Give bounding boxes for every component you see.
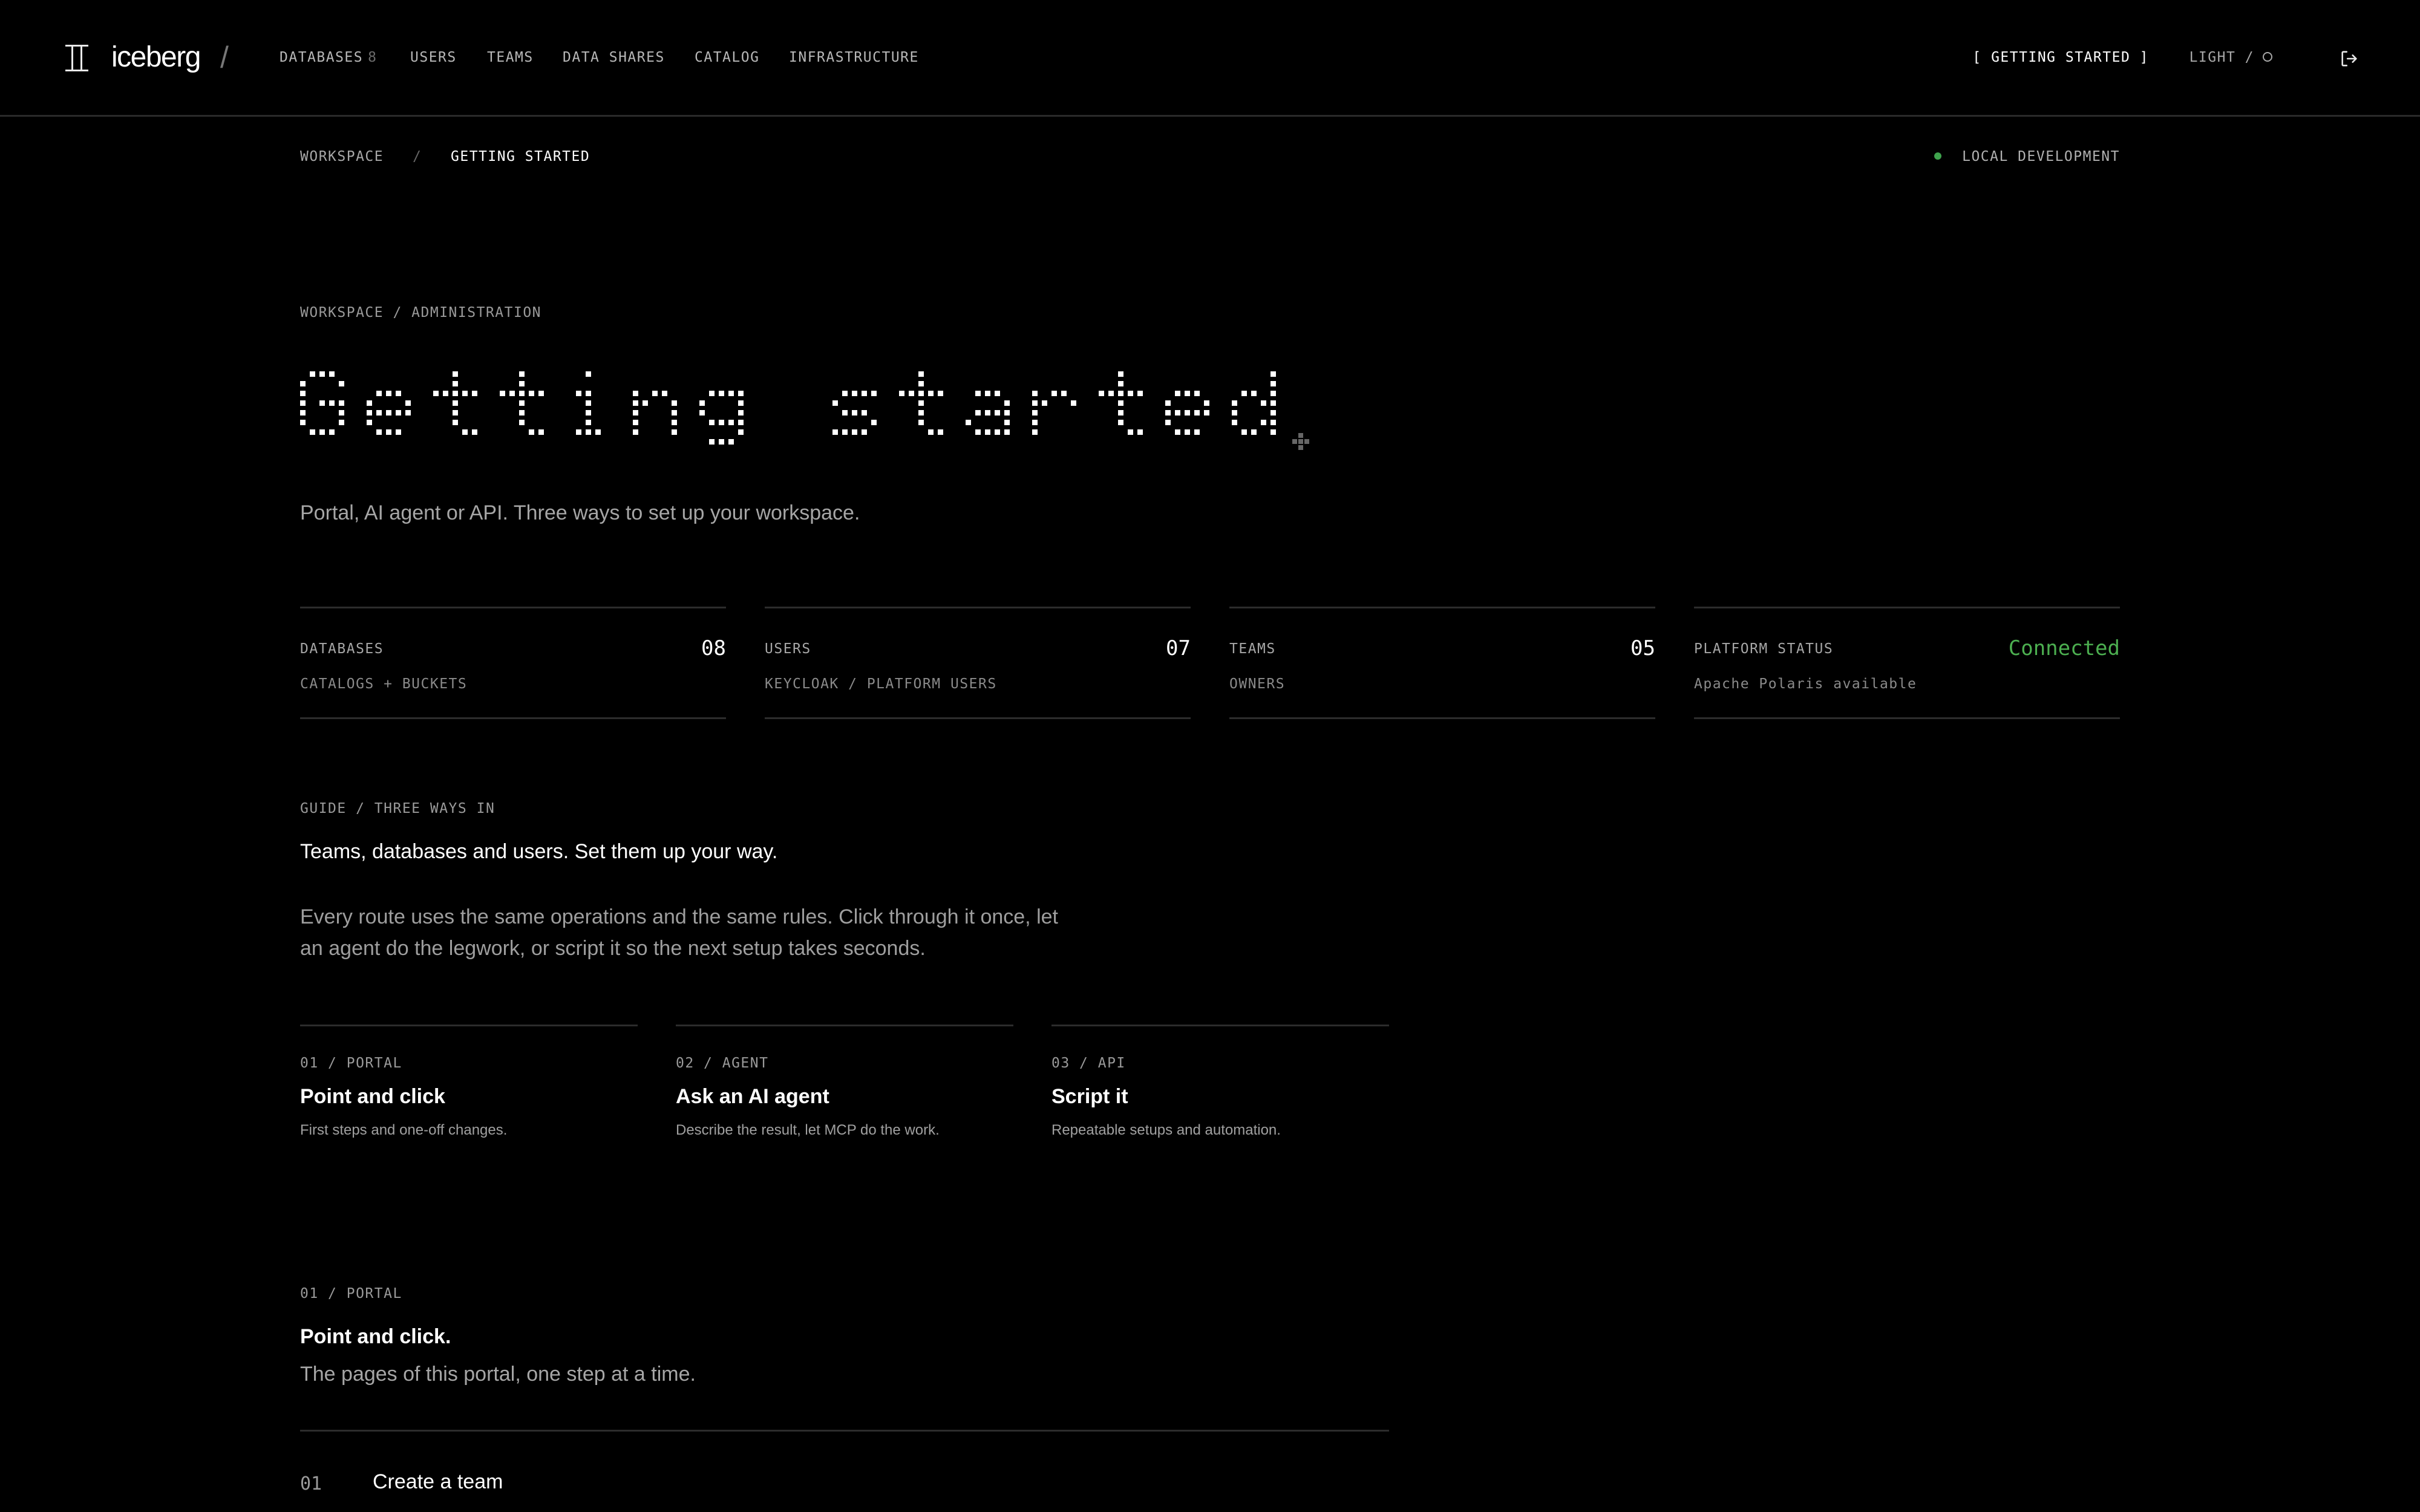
environment-label: LOCAL DEVELOPMENT bbox=[1962, 149, 2120, 165]
stat-value: 05 bbox=[1630, 636, 1655, 660]
title-glyph bbox=[832, 391, 877, 435]
section-divider bbox=[300, 1430, 1389, 1432]
nav-teams[interactable]: TEAMS bbox=[487, 48, 534, 67]
title-glyph bbox=[576, 371, 601, 435]
stat-sub: OWNERS bbox=[1229, 676, 1286, 692]
title-glyph bbox=[633, 391, 677, 435]
step-title: Create a team bbox=[373, 1470, 503, 1493]
theme-label: LIGHT / bbox=[2189, 50, 2254, 65]
status-value: Connected bbox=[2008, 636, 2120, 660]
title-glyph bbox=[1032, 391, 1076, 435]
stat-label: DATABASES bbox=[300, 641, 384, 657]
route-card-api[interactable]: 03 / API Script it Repeatable setups and… bbox=[1051, 1025, 1389, 1159]
hero-eyebrow: WORKSPACE / ADMINISTRATION bbox=[300, 305, 542, 321]
hero-subtitle: Portal, AI agent or API. Three ways to s… bbox=[300, 501, 860, 524]
stat-sub: CATALOGS + BUCKETS bbox=[300, 676, 468, 692]
title-glyph bbox=[367, 391, 411, 435]
stat-value: 07 bbox=[1166, 636, 1191, 660]
step-number: 01 bbox=[300, 1473, 322, 1494]
stat-databases: DATABASES 08 CATALOGS + BUCKETS bbox=[300, 607, 726, 719]
step-create-team[interactable]: 01 Create a team bbox=[300, 1464, 1389, 1500]
stat-platform-status: PLATFORM STATUS Connected Apache Polaris… bbox=[1694, 607, 2120, 719]
stat-label: USERS bbox=[765, 641, 811, 657]
page-title bbox=[300, 371, 1309, 450]
brand-name[interactable]: iceberg bbox=[111, 37, 201, 77]
nav-databases[interactable]: DATABASES 8 bbox=[280, 48, 377, 67]
stat-teams: TEAMS 05 OWNERS bbox=[1229, 607, 1655, 719]
nav-count-badge: 8 bbox=[368, 50, 378, 65]
stat-sub: Apache Polaris available bbox=[1694, 676, 1917, 692]
title-glyph bbox=[1232, 371, 1276, 435]
portal-section-title: Point and click. bbox=[300, 1325, 451, 1348]
guide-eyebrow: GUIDE / THREE WAYS IN bbox=[300, 801, 495, 816]
breadcrumb-workspace[interactable]: WORKSPACE bbox=[300, 148, 384, 166]
top-bar: iceberg / DATABASES 8 USERS TEAMS DATA SH… bbox=[0, 0, 2420, 117]
stat-value: 08 bbox=[701, 636, 726, 660]
stat-label: PLATFORM STATUS bbox=[1694, 641, 1834, 657]
nav-infrastructure[interactable]: INFRASTRUCTURE bbox=[789, 48, 919, 67]
logout-icon[interactable] bbox=[2339, 48, 2360, 69]
stat-sub: KEYCLOAK / PLATFORM USERS bbox=[765, 676, 997, 692]
nav-data-shares[interactable]: DATA SHARES bbox=[563, 48, 665, 67]
getting-started-link[interactable]: [ GETTING STARTED ] bbox=[1972, 48, 2149, 67]
stat-label: TEAMS bbox=[1229, 641, 1276, 657]
iceberg-logo-icon[interactable] bbox=[63, 44, 91, 73]
title-glyph bbox=[699, 391, 744, 445]
route-description: First steps and one-off changes. bbox=[300, 1122, 508, 1138]
portal-eyebrow: 01 / PORTAL bbox=[300, 1286, 402, 1302]
title-glyph bbox=[1165, 391, 1209, 435]
brand-separator: / bbox=[220, 41, 229, 74]
theme-toggle[interactable]: LIGHT / bbox=[2189, 48, 2272, 67]
title-cursor-icon bbox=[1292, 433, 1309, 450]
stat-users: USERS 07 KEYCLOAK / PLATFORM USERS bbox=[765, 607, 1191, 719]
title-glyph bbox=[1099, 371, 1143, 435]
route-eyebrow: 02 / AGENT bbox=[676, 1055, 769, 1071]
route-title: Ask an AI agent bbox=[676, 1085, 829, 1108]
portal-section-subtitle: The pages of this portal, one step at a … bbox=[300, 1363, 696, 1386]
title-glyph bbox=[433, 371, 477, 435]
route-title: Point and click bbox=[300, 1085, 445, 1108]
guide-heading: Teams, databases and users. Set them up … bbox=[300, 840, 778, 863]
nav-catalog[interactable]: CATALOG bbox=[695, 48, 759, 67]
title-glyph bbox=[966, 391, 1010, 435]
title-glyph bbox=[899, 371, 943, 435]
route-eyebrow: 01 / PORTAL bbox=[300, 1055, 402, 1071]
title-glyph bbox=[500, 371, 544, 435]
environment-status-dot bbox=[1934, 152, 1941, 160]
route-description: Repeatable setups and automation. bbox=[1051, 1122, 1281, 1138]
route-description: Describe the result, let MCP do the work… bbox=[676, 1122, 940, 1138]
route-card-agent[interactable]: 02 / AGENT Ask an AI agent Describe the … bbox=[676, 1025, 1013, 1159]
nav-users[interactable]: USERS bbox=[410, 48, 457, 67]
nav-label: DATABASES bbox=[280, 50, 364, 65]
route-title: Script it bbox=[1051, 1085, 1128, 1108]
route-eyebrow: 03 / API bbox=[1051, 1055, 1126, 1071]
title-glyph bbox=[300, 371, 344, 435]
route-card-portal[interactable]: 01 / PORTAL Point and click First steps … bbox=[300, 1025, 638, 1159]
breadcrumb-separator: / bbox=[413, 149, 422, 165]
guide-body: Every route uses the same operations and… bbox=[300, 905, 1058, 960]
circle-icon bbox=[2263, 52, 2272, 62]
breadcrumb-current: GETTING STARTED bbox=[451, 149, 590, 165]
